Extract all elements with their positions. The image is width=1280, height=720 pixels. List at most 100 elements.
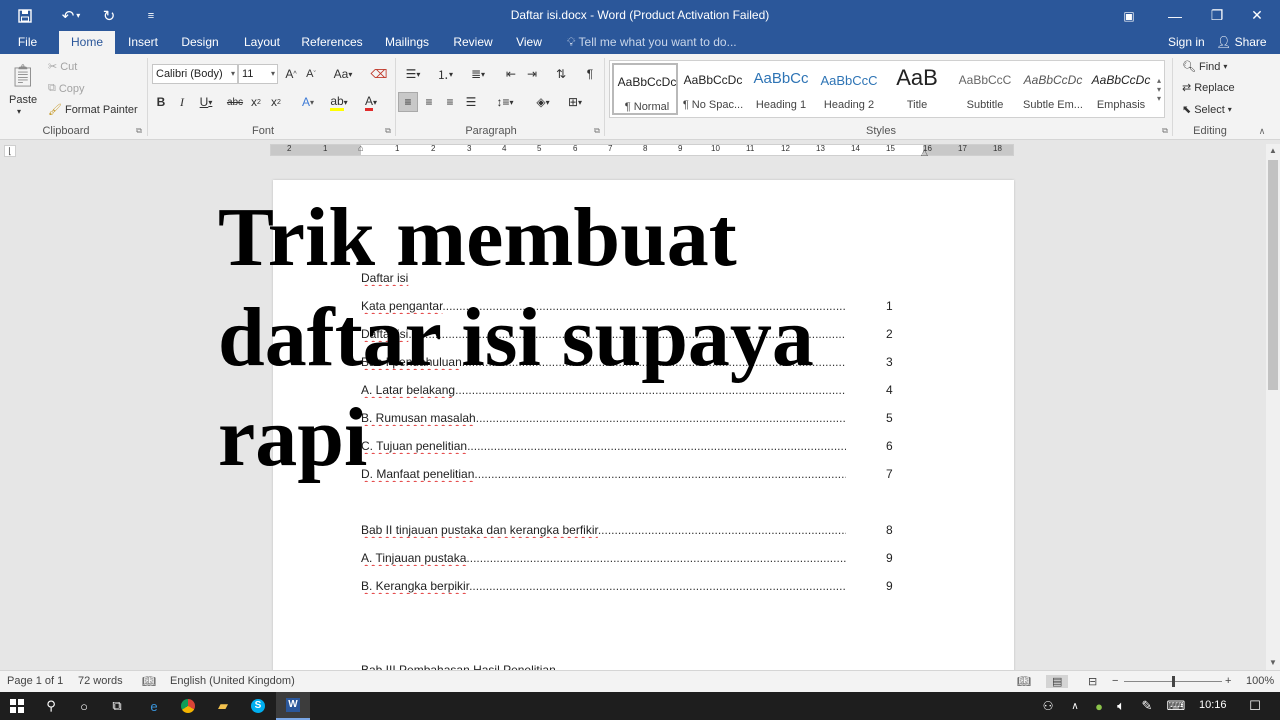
zoom-out-icon[interactable]: − <box>1112 675 1118 687</box>
shading-icon[interactable]: ◈ ▾ <box>530 93 556 111</box>
bold-icon[interactable]: B <box>154 93 168 111</box>
tab-view[interactable]: View <box>506 31 552 54</box>
indent-marker-icon[interactable]: ⌂ <box>358 143 363 153</box>
align-center-icon[interactable]: ≡ <box>420 93 438 111</box>
style-no-spacing[interactable]: AaBbCcDc ¶ No Spac... <box>680 63 746 115</box>
paragraph-launcher-icon[interactable]: ⧉ <box>592 126 602 136</box>
format-painter-button[interactable]: 🖌︎ Format Painter <box>48 103 138 117</box>
styles-launcher-icon[interactable]: ⧉ <box>1160 126 1170 136</box>
line-spacing-icon[interactable]: ↕≡ ▾ <box>492 93 518 111</box>
clipboard-launcher-icon[interactable]: ⧉ <box>134 126 144 136</box>
keyboard-icon[interactable]: ⌨ <box>1162 692 1190 720</box>
align-left-icon[interactable]: ≡ <box>398 92 418 112</box>
align-right-icon[interactable]: ≡ <box>441 93 459 111</box>
paste-button[interactable]: Paste <box>9 94 37 106</box>
justify-icon[interactable]: ☰ <box>462 93 480 111</box>
toc-entry[interactable]: A. Tinjauan pustaka.....................… <box>361 550 846 566</box>
shrink-font-icon[interactable]: Aˇ <box>303 65 319 83</box>
close-icon[interactable]: ✕ <box>1234 0 1280 31</box>
style-heading-1[interactable]: AaBbCc Heading 1 <box>748 63 814 115</box>
tab-review[interactable]: Review <box>446 31 500 54</box>
bullets-icon[interactable]: ☰ ▾ <box>400 65 426 83</box>
change-case-icon[interactable]: Aa ▾ <box>330 65 356 83</box>
horizontal-ruler[interactable]: 2 1 1 2 3 4 5 6 7 8 9 10 11 12 13 14 15 … <box>270 143 1014 158</box>
tab-selector-icon[interactable]: ⌊ <box>4 145 16 157</box>
font-launcher-icon[interactable]: ⧉ <box>383 126 393 136</box>
font-name-combo[interactable]: Calibri (Body) ▾ <box>152 64 238 84</box>
file-explorer-icon[interactable]: ▰ <box>206 692 240 720</box>
font-size-combo[interactable]: 11 ▾ <box>238 64 278 84</box>
taskbar-clock[interactable]: 10:16 <box>1199 699 1227 711</box>
select-button[interactable]: ⬉ Select ▾ <box>1182 103 1232 117</box>
tab-file[interactable]: File <box>0 31 55 54</box>
right-indent-marker-icon[interactable]: △ <box>921 147 928 158</box>
style-subtle-emphasis[interactable]: AaBbCcDc Subtle Em... <box>1020 63 1086 115</box>
font-color-icon[interactable]: A ▾ <box>358 93 384 111</box>
collapse-ribbon-icon[interactable]: ∧ <box>1256 126 1268 136</box>
toc-entry[interactable]: B. Kerangka berpikir....................… <box>361 578 846 594</box>
page-count[interactable]: Page 1 of 1 <box>7 675 63 687</box>
zoom-in-icon[interactable]: + <box>1225 675 1231 687</box>
tab-design[interactable]: Design <box>173 31 227 54</box>
word-taskbar-icon[interactable]: W <box>276 692 310 720</box>
skype-icon[interactable]: S <box>241 692 275 720</box>
chrome-icon[interactable] <box>171 692 205 720</box>
underline-icon[interactable]: U ▾ <box>195 93 217 111</box>
italic-icon[interactable]: I <box>175 93 189 111</box>
vertical-scrollbar[interactable]: ▲ ▼ <box>1266 144 1280 670</box>
subscript-icon[interactable]: x2 <box>248 93 264 111</box>
text-effects-icon[interactable]: A ▾ <box>296 93 320 111</box>
sort-icon[interactable]: ⇅ <box>552 65 570 83</box>
chevron-up-icon[interactable]: ∧ <box>1064 692 1086 720</box>
ribbon-display-options-icon[interactable]: ▣ <box>1106 0 1152 31</box>
borders-icon[interactable]: ⊞ ▾ <box>562 93 588 111</box>
highlight-color-icon[interactable]: ab ▾ <box>326 93 352 111</box>
copy-button[interactable]: ⧉ Copy <box>48 82 85 95</box>
scroll-up-icon[interactable]: ▲ <box>1266 144 1280 158</box>
tell-me-box[interactable]: 💡︎ Tell me what you want to do... <box>567 31 737 54</box>
increase-indent-icon[interactable]: ⇥ <box>523 65 541 83</box>
people-icon[interactable]: ⚇ <box>1034 692 1062 720</box>
search-icon[interactable]: ⚲ <box>34 692 68 720</box>
style-normal[interactable]: AaBbCcDc ¶ Normal <box>612 63 678 115</box>
replace-button[interactable]: ⇄ Replace <box>1182 81 1235 95</box>
numbering-icon[interactable]: ⒈ ▾ <box>432 65 458 83</box>
tab-mailings[interactable]: Mailings <box>376 31 438 54</box>
style-emphasis[interactable]: AaBbCcDc Emphasis <box>1088 63 1154 115</box>
styles-scroll-icon[interactable]: ▴ ▾ ▾ <box>1153 60 1165 118</box>
tab-layout[interactable]: Layout <box>234 31 290 54</box>
find-button[interactable]: 🔍︎ Find ▾ <box>1182 60 1227 74</box>
style-title[interactable]: AaB Title <box>884 63 950 115</box>
read-mode-icon[interactable]: 📖︎ <box>1017 675 1031 688</box>
toc-entry[interactable]: Bab II tinjauan pustaka dan kerangka ber… <box>361 522 846 538</box>
proofing-icon[interactable]: 📖︎ <box>142 675 156 688</box>
task-view-icon[interactable]: ⧉ <box>100 692 134 720</box>
strikethrough-icon[interactable]: abc <box>225 93 245 111</box>
style-heading-2[interactable]: AaBbCcC Heading 2 <box>816 63 882 115</box>
superscript-icon[interactable]: x2 <box>268 93 284 111</box>
tab-home[interactable]: Home <box>59 31 115 54</box>
cut-button[interactable]: ✂ Cut <box>48 60 77 74</box>
grow-font-icon[interactable]: A ^ <box>283 65 299 83</box>
cortana-icon[interactable]: ○ <box>67 692 101 720</box>
print-layout-icon[interactable]: ▤ <box>1046 675 1069 688</box>
tab-insert[interactable]: Insert <box>119 31 167 54</box>
zoom-level[interactable]: 100% <box>1246 675 1274 687</box>
tab-references[interactable]: References <box>296 31 368 54</box>
security-icon[interactable]: ● <box>1088 692 1110 720</box>
paste-dropdown-icon[interactable]: ▾ <box>17 107 21 116</box>
pen-icon[interactable]: ✎ <box>1134 692 1160 720</box>
edge-icon[interactable]: e <box>137 692 171 720</box>
multilevel-list-icon[interactable]: ≣ ▾ <box>464 65 492 83</box>
scroll-down-icon[interactable]: ▼ <box>1266 656 1280 670</box>
word-count[interactable]: 72 words <box>78 675 123 687</box>
scroll-thumb[interactable] <box>1268 160 1278 390</box>
toc-entry[interactable]: Bab III Pembahasan Hasil Penelitian <box>361 662 846 670</box>
decrease-indent-icon[interactable]: ⇤ <box>502 65 520 83</box>
web-layout-icon[interactable]: ⊟ <box>1088 675 1097 688</box>
style-subtitle[interactable]: AaBbCcC Subtitle <box>952 63 1018 115</box>
paste-icon[interactable]: 📋︎ <box>8 60 38 92</box>
zoom-slider-thumb[interactable] <box>1172 676 1175 687</box>
volume-icon[interactable]: 🔈︎ <box>1110 692 1132 720</box>
show-formatting-marks-icon[interactable]: ¶ <box>582 65 598 83</box>
